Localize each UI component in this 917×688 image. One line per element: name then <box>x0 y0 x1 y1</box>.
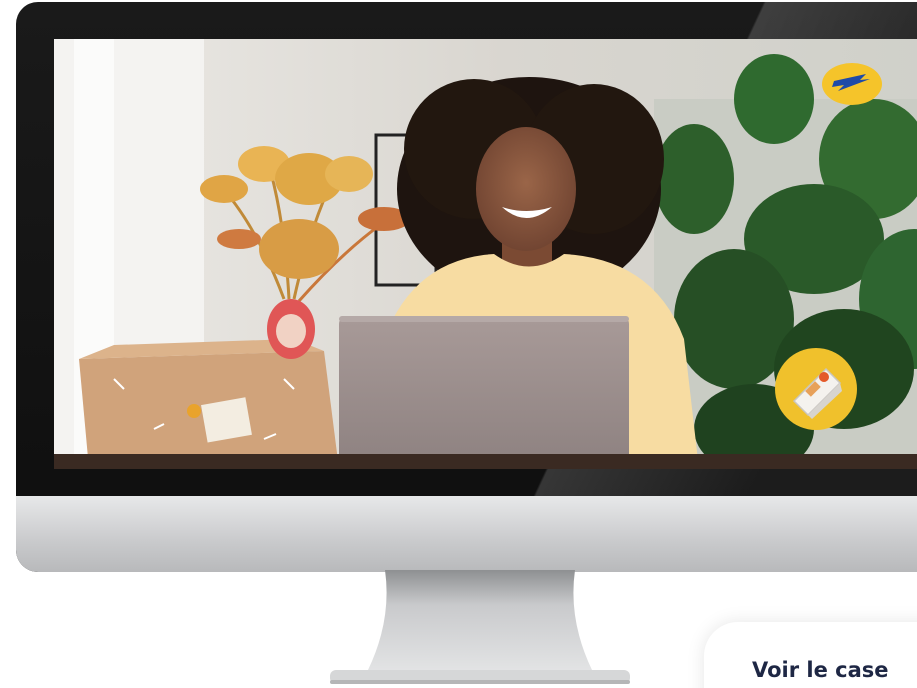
toy-figurine <box>267 299 315 359</box>
video-screen[interactable] <box>54 39 917 469</box>
laptop-badge-icon <box>775 348 857 430</box>
gift-box <box>79 339 339 469</box>
laptop <box>339 316 629 469</box>
la-poste-logo <box>822 63 882 105</box>
case-study-card[interactable]: Voir le case <box>704 622 917 688</box>
monitor <box>16 2 917 572</box>
monitor-stand <box>330 570 630 684</box>
page: Voir le case <box>0 0 917 688</box>
case-study-link[interactable]: Voir le case <box>752 658 889 682</box>
monitor-chin <box>16 496 917 572</box>
person-face <box>476 127 576 251</box>
